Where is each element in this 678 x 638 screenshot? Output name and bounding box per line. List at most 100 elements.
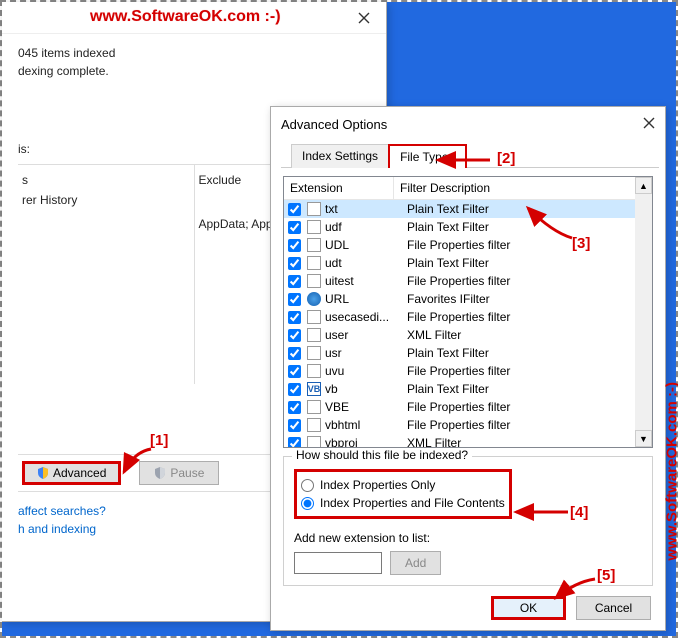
list-item[interactable]: udfPlain Text Filter: [284, 218, 635, 236]
shield-icon: [154, 467, 166, 479]
annotation-4: [4]: [570, 504, 588, 521]
description-cell: Plain Text Filter: [407, 202, 631, 216]
extension-checkbox[interactable]: [288, 419, 301, 432]
extension-checkbox[interactable]: [288, 329, 301, 342]
radio-properties-and-contents-label: Index Properties and File Contents: [320, 496, 505, 510]
extension-checkbox[interactable]: [288, 221, 301, 234]
description-cell: File Properties filter: [407, 364, 631, 378]
dialog-title: Advanced Options: [281, 117, 387, 132]
annotation-2: [2]: [497, 150, 515, 167]
list-item[interactable]: vbprojXML Filter: [284, 434, 635, 448]
radio-properties-and-contents-input[interactable]: [301, 497, 314, 510]
extension-checkbox[interactable]: [288, 401, 301, 414]
close-icon: [643, 117, 655, 129]
file-type-icon: VB: [307, 382, 321, 396]
description-cell: File Properties filter: [407, 274, 631, 288]
include-item: rer History: [22, 193, 190, 207]
description-cell: File Properties filter: [407, 310, 631, 324]
file-type-icon: [307, 436, 321, 448]
add-extension-button[interactable]: Add: [390, 551, 441, 575]
file-type-icon: [307, 418, 321, 432]
description-cell: XML Filter: [407, 436, 631, 448]
extension-cell: URL: [325, 292, 407, 306]
list-item[interactable]: VBvbPlain Text Filter: [284, 380, 635, 398]
extension-cell: uitest: [325, 274, 407, 288]
arrow-3: [522, 202, 582, 245]
extension-cell: usr: [325, 346, 407, 360]
extension-checkbox[interactable]: [288, 365, 301, 378]
scrollbar[interactable]: [635, 194, 652, 430]
extension-checkbox[interactable]: [288, 275, 301, 288]
file-type-icon: [307, 292, 321, 306]
file-type-icon: [307, 256, 321, 270]
extension-cell: user: [325, 328, 407, 342]
tab-index-settings[interactable]: Index Settings: [291, 144, 389, 168]
extension-cell: vbproj: [325, 436, 407, 448]
new-extension-input[interactable]: [294, 552, 382, 574]
indexing-status: dexing complete.: [18, 64, 370, 78]
extension-checkbox[interactable]: [288, 257, 301, 270]
titlebar-front: Advanced Options: [271, 107, 665, 141]
description-cell: Plain Text Filter: [407, 346, 631, 360]
add-extension-label: Add new extension to list:: [294, 531, 642, 545]
arrow-1: [116, 444, 156, 487]
column-extension[interactable]: Extension: [284, 177, 394, 199]
advanced-options-dialog: Advanced Options Index Settings File Typ…: [270, 106, 666, 631]
extension-checkbox[interactable]: [288, 239, 301, 252]
file-type-icon: [307, 328, 321, 342]
file-type-icon: [307, 274, 321, 288]
description-cell: Favorites IFilter: [407, 292, 631, 306]
list-item[interactable]: uvuFile Properties filter: [284, 362, 635, 380]
close-button[interactable]: [341, 3, 386, 33]
extension-cell: udt: [325, 256, 407, 270]
column-filter-description[interactable]: Filter Description: [394, 177, 652, 199]
extension-checkbox[interactable]: [288, 383, 301, 396]
file-type-icon: [307, 400, 321, 414]
list-item[interactable]: URLFavorites IFilter: [284, 290, 635, 308]
list-item[interactable]: usecasedi...File Properties filter: [284, 308, 635, 326]
list-item[interactable]: VBEFile Properties filter: [284, 398, 635, 416]
arrow-2: [432, 150, 492, 173]
description-cell: File Properties filter: [407, 238, 631, 252]
file-type-icon: [307, 220, 321, 234]
dialog-footer: OK Cancel: [271, 586, 665, 630]
extension-checkbox[interactable]: [288, 437, 301, 449]
list-item[interactable]: userXML Filter: [284, 326, 635, 344]
description-cell: Plain Text Filter: [407, 256, 631, 270]
radio-properties-and-contents[interactable]: Index Properties and File Contents: [301, 496, 505, 510]
extension-cell: vbhtml: [325, 418, 407, 432]
extension-cell: udf: [325, 220, 407, 234]
extension-cell: UDL: [325, 238, 407, 252]
scroll-down-button[interactable]: ▼: [635, 430, 652, 447]
extension-checkbox[interactable]: [288, 293, 301, 306]
radio-properties-only[interactable]: Index Properties Only: [301, 478, 505, 492]
description-cell: File Properties filter: [407, 418, 631, 432]
extension-checkbox[interactable]: [288, 311, 301, 324]
file-type-icon: [307, 346, 321, 360]
extension-cell: usecasedi...: [325, 310, 407, 324]
file-type-icon: [307, 202, 321, 216]
close-icon: [358, 12, 370, 24]
include-header: s: [22, 173, 190, 187]
list-item[interactable]: txtPlain Text Filter: [284, 200, 635, 218]
extension-checkbox[interactable]: [288, 347, 301, 360]
extension-cell: uvu: [325, 364, 407, 378]
list-header: Extension Filter Description: [284, 177, 652, 200]
radio-properties-only-input[interactable]: [301, 479, 314, 492]
list-item[interactable]: usrPlain Text Filter: [284, 344, 635, 362]
close-button[interactable]: [643, 117, 655, 132]
description-cell: File Properties filter: [407, 400, 631, 414]
advanced-button-label: Advanced: [53, 466, 106, 480]
file-type-icon: [307, 238, 321, 252]
pause-button-label: Pause: [170, 466, 204, 480]
scroll-up-button[interactable]: ▲: [635, 177, 652, 194]
radio-properties-only-label: Index Properties Only: [320, 478, 435, 492]
advanced-button[interactable]: Advanced: [22, 461, 121, 485]
list-item[interactable]: vbhtmlFile Properties filter: [284, 416, 635, 434]
watermark-side: www.SoftwareOK.com :-): [664, 382, 678, 561]
watermark-top: www.SoftwareOK.com :-): [90, 8, 281, 26]
indexing-mode-title: How should this file be indexed?: [292, 448, 472, 462]
list-item[interactable]: uitestFile Properties filter: [284, 272, 635, 290]
extension-checkbox[interactable]: [288, 203, 301, 216]
list-item[interactable]: udtPlain Text Filter: [284, 254, 635, 272]
